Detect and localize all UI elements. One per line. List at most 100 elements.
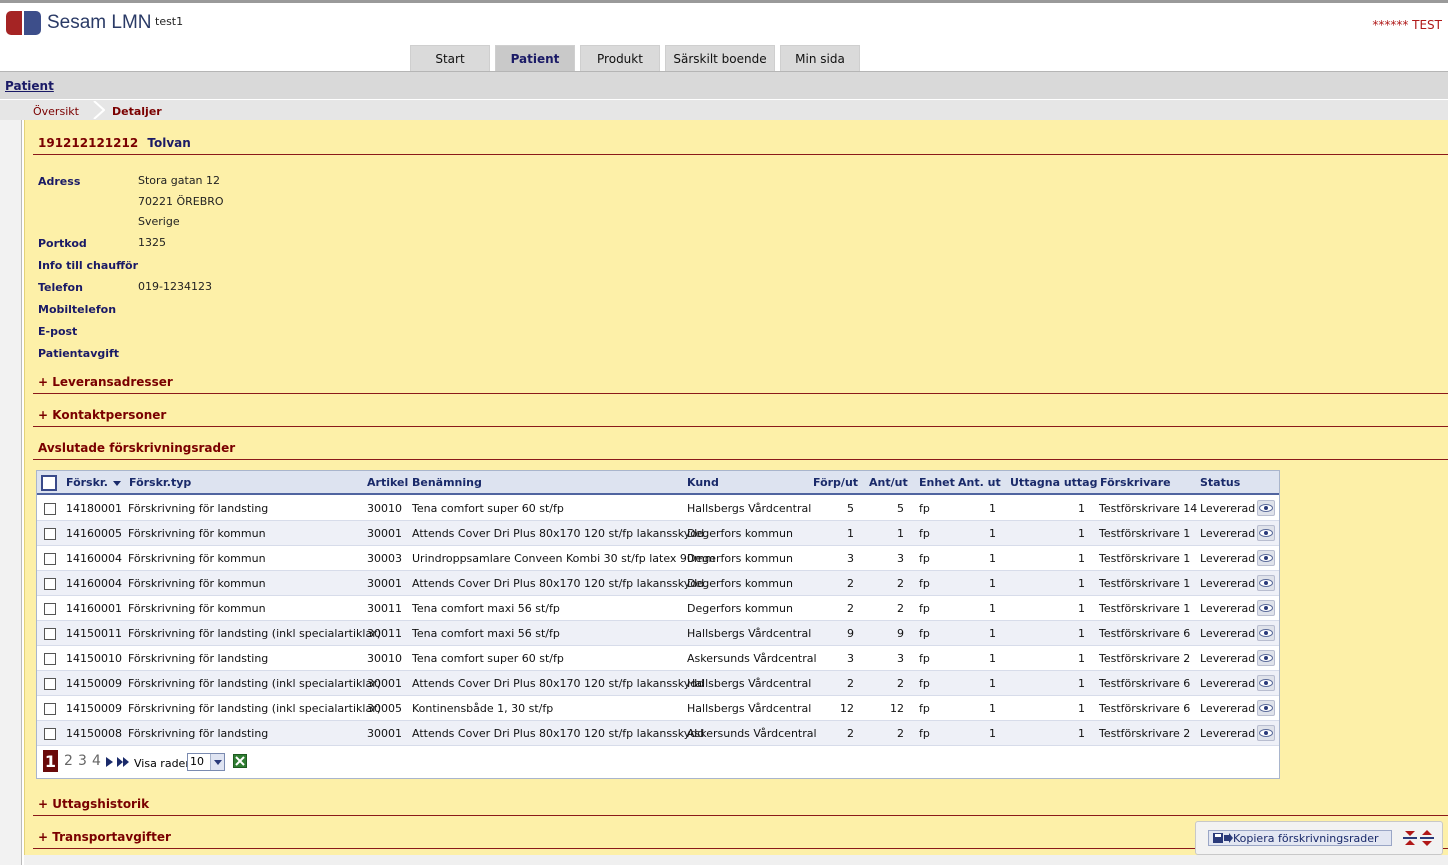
table-row[interactable]: 14150011 Förskrivning för landsting (inkl… bbox=[37, 621, 1279, 646]
cell-forp: 12 bbox=[840, 702, 854, 715]
chevron-down-icon[interactable] bbox=[210, 754, 224, 770]
breadcrumb-oversikt[interactable]: Översikt bbox=[33, 105, 79, 118]
cell-forp: 2 bbox=[847, 577, 854, 590]
cell-forp: 9 bbox=[847, 627, 854, 640]
rows-per-page-select[interactable]: 10 bbox=[187, 753, 225, 771]
col-forskr[interactable]: Förskr. bbox=[66, 476, 108, 489]
table-row[interactable]: 14150009 Förskrivning för landsting (inkl… bbox=[37, 696, 1279, 721]
patient-details-panel: 191212121212 Tolvan Adress Stora gatan 1… bbox=[24, 120, 1448, 855]
col-artikel[interactable]: Artikel bbox=[367, 476, 408, 489]
view-eye-icon[interactable] bbox=[1257, 525, 1275, 541]
view-eye-icon[interactable] bbox=[1257, 600, 1275, 616]
tab-min-sida[interactable]: Min sida bbox=[780, 45, 860, 71]
table-row[interactable]: 14150009 Förskrivning för landsting (inkl… bbox=[37, 671, 1279, 696]
row-checkbox[interactable] bbox=[44, 553, 56, 565]
collapse-icon[interactable] bbox=[1403, 830, 1417, 846]
section-leveransadresser[interactable]: + Leveransadresser bbox=[38, 375, 173, 389]
copy-prescription-rows-button[interactable]: Kopiera förskrivningsrader bbox=[1208, 830, 1392, 846]
cell-uttagna: 1 bbox=[1078, 652, 1085, 665]
cell-artikel: 30010 bbox=[367, 502, 402, 515]
view-eye-icon[interactable] bbox=[1257, 500, 1275, 516]
excel-export-icon[interactable] bbox=[233, 754, 247, 768]
row-checkbox[interactable] bbox=[44, 603, 56, 615]
table-row[interactable]: 14160004 Förskrivning för kommun 30003 Urin… bbox=[37, 546, 1279, 571]
view-eye-icon[interactable] bbox=[1257, 650, 1275, 666]
table-row[interactable]: 14160001 Förskrivning för kommun 30011 Tena… bbox=[37, 596, 1279, 621]
cell-enhet: fp bbox=[919, 627, 930, 640]
table-row[interactable]: 14150010 Förskrivning för landsting 30010 T… bbox=[37, 646, 1279, 671]
expand-icon[interactable] bbox=[1420, 830, 1434, 846]
next-page-icon[interactable] bbox=[106, 757, 113, 767]
cell-antut: 1 bbox=[989, 552, 996, 565]
view-eye-icon[interactable] bbox=[1257, 550, 1275, 566]
cell-forp: 3 bbox=[847, 652, 854, 665]
row-checkbox[interactable] bbox=[44, 528, 56, 540]
table-row[interactable]: 14160005 Förskrivning för kommun 30001 Atte… bbox=[37, 521, 1279, 546]
select-all-checkbox[interactable] bbox=[41, 475, 57, 491]
col-forp-ut[interactable]: Förp/ut bbox=[813, 476, 858, 489]
subnav-patient-link[interactable]: Patient bbox=[5, 79, 54, 93]
grid-header: Förskr. Förskr.typ Artikel Benämning Kun… bbox=[37, 471, 1279, 495]
row-checkbox[interactable] bbox=[44, 653, 56, 665]
divider bbox=[33, 459, 1448, 460]
table-row[interactable]: 14180001 Förskrivning för landsting 30010 T… bbox=[37, 496, 1279, 521]
col-benamning[interactable]: Benämning bbox=[412, 476, 482, 489]
col-ant-ut[interactable]: Ant/ut bbox=[869, 476, 908, 489]
cell-kund: Hallsbergs Vårdcentral bbox=[687, 627, 812, 640]
cell-forskr: 14150009 bbox=[66, 702, 122, 715]
telefon-label: Telefon bbox=[38, 281, 83, 294]
cell-status: Levererad bbox=[1200, 627, 1256, 640]
view-eye-icon[interactable] bbox=[1257, 575, 1275, 591]
section-avslutade-forskrivningsrader[interactable]: Avslutade förskrivningsrader bbox=[38, 441, 235, 455]
sort-desc-icon[interactable] bbox=[113, 481, 121, 486]
col-uttagna-uttag[interactable]: Uttagna uttag bbox=[1010, 476, 1097, 489]
table-row[interactable]: 14160004 Förskrivning för kommun 30001 Atte… bbox=[37, 571, 1279, 596]
page-link-3[interactable]: 3 bbox=[78, 753, 87, 769]
col-status[interactable]: Status bbox=[1200, 476, 1240, 489]
cell-benamning: Urindroppsamlare Conveen Kombi 30 st/fp … bbox=[412, 552, 716, 565]
row-checkbox[interactable] bbox=[44, 503, 56, 515]
view-eye-icon[interactable] bbox=[1257, 725, 1275, 741]
col-kund[interactable]: Kund bbox=[687, 476, 719, 489]
table-row[interactable]: 14150008 Förskrivning för landsting 30001 A… bbox=[37, 721, 1279, 746]
page-link-4[interactable]: 4 bbox=[92, 753, 101, 769]
col-enhet[interactable]: Enhet bbox=[919, 476, 955, 489]
cell-antut: 1 bbox=[989, 702, 996, 715]
prescription-grid: Förskr. Förskr.typ Artikel Benämning Kun… bbox=[36, 470, 1280, 779]
section-uttagshistorik[interactable]: + Uttagshistorik bbox=[38, 797, 149, 811]
tab-produkt[interactable]: Produkt bbox=[580, 45, 660, 71]
row-checkbox[interactable] bbox=[44, 703, 56, 715]
cell-antut: 1 bbox=[989, 602, 996, 615]
cell-artikel: 30001 bbox=[367, 527, 402, 540]
tab-patient[interactable]: Patient bbox=[495, 45, 575, 71]
adress-line3: Sverige bbox=[138, 215, 180, 228]
cell-uttagna: 1 bbox=[1078, 627, 1085, 640]
last-page-icon[interactable] bbox=[117, 757, 129, 767]
col-ant-ut-2[interactable]: Ant. ut bbox=[958, 476, 1001, 489]
cell-antut: 1 bbox=[989, 677, 996, 690]
row-checkbox[interactable] bbox=[44, 578, 56, 590]
col-forskr-typ[interactable]: Förskr.typ bbox=[129, 476, 191, 489]
chauffor-label: Info till chaufför bbox=[38, 259, 138, 272]
section-transportavgifter[interactable]: + Transportavgifter bbox=[38, 830, 171, 844]
patient-id: 191212121212 bbox=[38, 136, 139, 150]
page-link-2[interactable]: 2 bbox=[64, 753, 73, 769]
row-checkbox[interactable] bbox=[44, 728, 56, 740]
cell-enhet: fp bbox=[919, 527, 930, 540]
cell-kund: Askersunds Vårdcentral bbox=[687, 727, 817, 740]
adress-label: Adress bbox=[38, 175, 81, 188]
top-border bbox=[0, 0, 1448, 3]
tab-start[interactable]: Start bbox=[410, 45, 490, 71]
cell-benamning: Attends Cover Dri Plus 80x170 120 st/fp … bbox=[412, 527, 705, 540]
cell-uttagna: 1 bbox=[1078, 552, 1085, 565]
row-checkbox[interactable] bbox=[44, 628, 56, 640]
cell-enhet: fp bbox=[919, 677, 930, 690]
col-forskrivare[interactable]: Förskrivare bbox=[1100, 476, 1171, 489]
section-kontaktpersoner[interactable]: + Kontaktpersoner bbox=[38, 408, 166, 422]
view-eye-icon[interactable] bbox=[1257, 700, 1275, 716]
view-eye-icon[interactable] bbox=[1257, 675, 1275, 691]
tab-sarskilt-boende[interactable]: Särskilt boende bbox=[665, 45, 775, 71]
row-checkbox[interactable] bbox=[44, 678, 56, 690]
view-eye-icon[interactable] bbox=[1257, 625, 1275, 641]
portkod-value: 1325 bbox=[138, 236, 166, 249]
